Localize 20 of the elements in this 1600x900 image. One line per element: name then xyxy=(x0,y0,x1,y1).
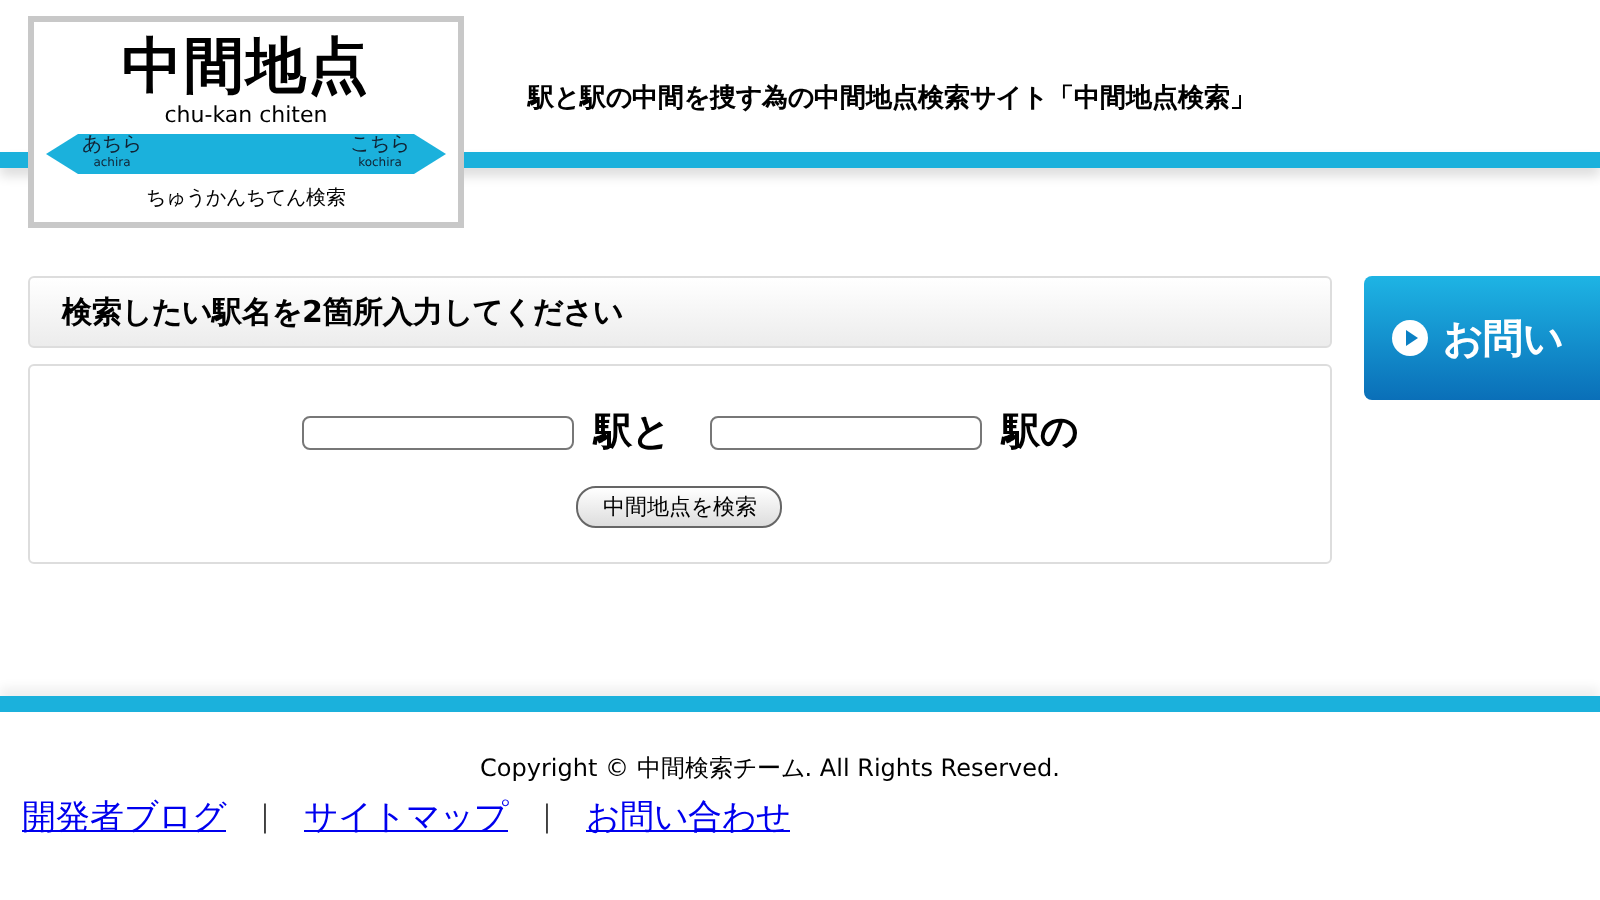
play-icon xyxy=(1391,320,1428,356)
logo-title: 中間地点 xyxy=(122,34,370,102)
link-separator: ｜ xyxy=(250,798,280,836)
site-tagline: 駅と駅の中間を捜す為の中間地点検索サイト「中間地点検索」 xyxy=(528,81,1256,116)
station-input[interactable] xyxy=(301,415,574,449)
footer-link[interactable]: サイトマップ xyxy=(304,794,508,840)
station-suffix: 駅と xyxy=(593,408,670,458)
footer-link[interactable]: 開発者ブログ xyxy=(22,794,226,840)
logo-romaji: chu-kan chiten xyxy=(164,102,328,128)
logo-subtitle: ちゅうかんちてん検索 xyxy=(146,185,346,212)
footer-link[interactable]: お問い合わせ xyxy=(586,794,790,840)
right-station: こちら xyxy=(350,134,410,156)
contact-button[interactable]: お問い xyxy=(1363,276,1600,400)
station-input[interactable] xyxy=(709,415,982,449)
panel-heading: 検索したい駅名を2箇所入力してください xyxy=(28,276,1332,348)
left-station: あちら xyxy=(82,134,142,156)
copyright-text: Copyright © 中間検索チーム. All Rights Reserved. xyxy=(478,752,1062,786)
search-button[interactable]: 中間地点を検索 xyxy=(576,486,783,528)
station-suffix: 駅の xyxy=(1001,408,1078,458)
link-separator: ｜ xyxy=(532,798,562,836)
